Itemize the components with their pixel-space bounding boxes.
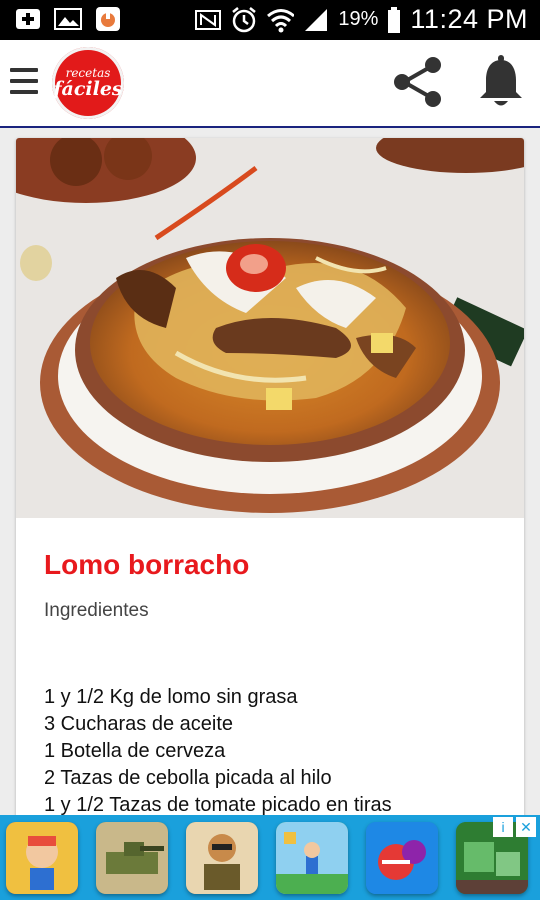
section-heading: Ingredientes [44, 600, 149, 621]
ad-game-tile[interactable] [96, 822, 168, 894]
ad-close-icon[interactable]: ✕ [516, 817, 536, 837]
app-bar: recetas fáciles [0, 40, 540, 128]
ad-game-tile[interactable] [186, 822, 258, 894]
alarm-icon [230, 6, 258, 33]
ingredient-item: 1 y 1/2 Kg de lomo sin grasa [44, 686, 298, 708]
bell-icon[interactable] [474, 52, 528, 112]
battery-percent: 19% [338, 8, 379, 30]
ad-controls: i ✕ [493, 817, 536, 837]
nfc-icon [194, 7, 222, 33]
battery-icon [386, 6, 402, 33]
recipe-card[interactable]: Lomo borracho Ingredientes 1 y 1/2 Kg de… [16, 138, 524, 838]
share-icon[interactable] [388, 52, 448, 112]
menu-icon[interactable] [10, 68, 38, 98]
ingredient-item: 3 Cucharas de aceite [44, 713, 234, 735]
ingredient-item: 1 Botella de cerveza [44, 740, 226, 762]
app-notification-icon [94, 6, 122, 32]
ingredient-list: 1 y 1/2 Kg de lomo sin grasa 3 Cucharas … [44, 684, 504, 819]
recipe-title: Lomo borracho [44, 549, 250, 580]
signal-icon [302, 7, 330, 33]
ad-info-icon[interactable]: i [493, 817, 513, 837]
ingredient-item: 2 Tazas de cebolla picada al hilo [44, 767, 332, 789]
image-icon [54, 6, 82, 32]
ad-game-tile[interactable] [6, 822, 78, 894]
status-bar: 19% 11:24 PM [0, 0, 540, 40]
recipe-content: Lomo borracho Ingredientes 1 y 1/2 Kg de… [44, 548, 504, 819]
ad-banner[interactable]: i ✕ [0, 815, 540, 900]
recipe-photo [16, 138, 524, 518]
logo-text-line2: fáciles [53, 78, 123, 100]
ad-game-tile[interactable] [366, 822, 438, 894]
ad-game-tile[interactable] [276, 822, 348, 894]
logo-badge: recetas fáciles [52, 47, 124, 119]
app-logo[interactable]: recetas fáciles [48, 42, 128, 124]
wifi-icon [266, 7, 295, 33]
add-icon [14, 6, 42, 32]
clock: 11:24 PM [410, 4, 528, 34]
